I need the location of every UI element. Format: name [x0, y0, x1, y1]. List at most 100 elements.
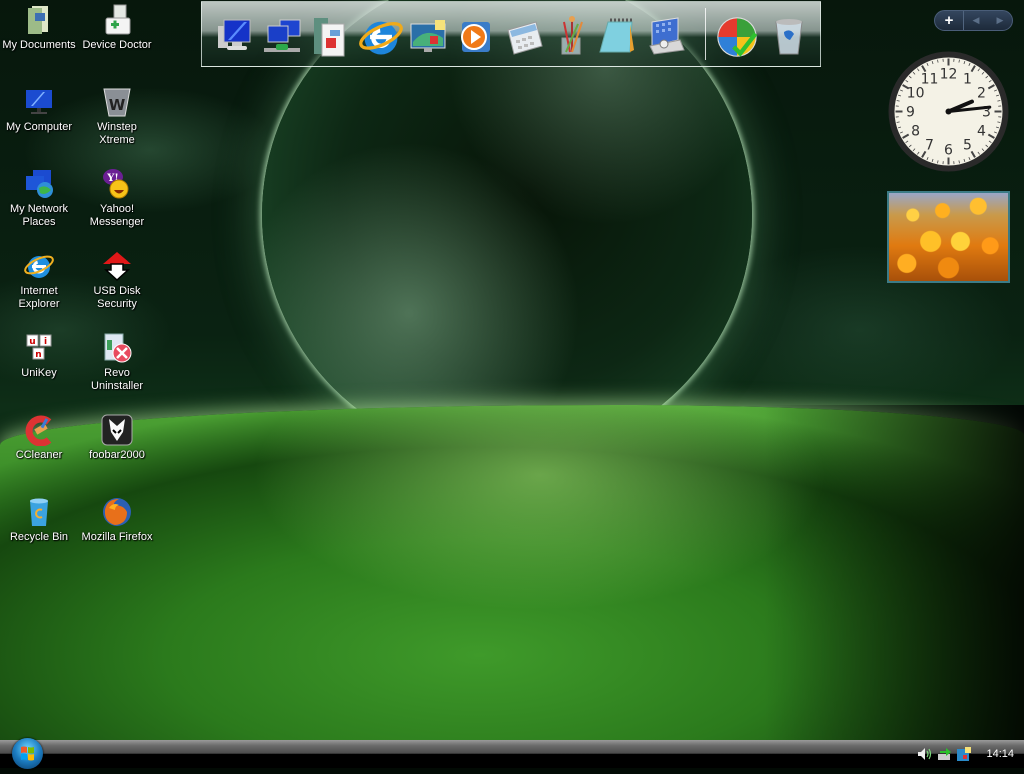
dock-item-display-settings[interactable] — [406, 14, 452, 60]
start-button[interactable] — [12, 738, 43, 769]
dock-item-media-player[interactable] — [452, 14, 498, 60]
sidebar-gadget-controls: + ◀ ▶ — [934, 10, 1013, 31]
computer-icon — [214, 16, 256, 58]
ccleaner-icon — [23, 414, 55, 446]
clock-numeral: 7 — [925, 137, 934, 153]
desktop-icon-unikey[interactable]: uin UniKey — [0, 332, 78, 380]
wallpaper-planet — [262, 0, 752, 460]
windows-update-icon — [714, 14, 760, 60]
documents-icon — [308, 16, 350, 58]
volume-icon[interactable] — [916, 746, 932, 762]
network-icon — [262, 16, 304, 58]
desktop-icon-recycle-bin[interactable]: Recycle Bin — [0, 496, 78, 544]
revo-uninstaller-icon — [101, 332, 133, 364]
clock-numeral: 12 — [940, 67, 958, 83]
desktop-icon-device-doctor[interactable]: Device Doctor — [78, 4, 156, 52]
device-doctor-icon — [101, 4, 133, 36]
dock-item-control-panel[interactable] — [642, 14, 688, 60]
computer-icon — [23, 86, 55, 118]
dock-item-notepad[interactable] — [594, 14, 640, 60]
display-icon — [408, 16, 450, 58]
desktop-icon-my-network-places[interactable]: My Network Places — [0, 168, 78, 229]
dock-item-documents[interactable] — [306, 14, 352, 60]
notepad-icon — [596, 16, 638, 58]
clock-numeral: 8 — [911, 124, 920, 140]
icon-label: CCleaner — [16, 449, 62, 462]
desktop-icon-winstep-xtreme[interactable]: W Winstep Xtreme — [78, 86, 156, 147]
clock-numeral: 4 — [977, 124, 986, 140]
desktop-icon-mozilla-firefox[interactable]: Mozilla Firefox — [78, 496, 156, 544]
icon-label: My Computer — [6, 121, 72, 134]
winstep-icon: W — [101, 86, 133, 118]
gadget-page-nav: ◀ ▶ — [964, 15, 1012, 26]
control-panel-icon — [644, 16, 686, 58]
desktop-icon-foobar2000[interactable]: foobar2000 — [78, 414, 156, 462]
icon-label: My Network Places — [10, 203, 68, 229]
icon-label: Winstep Xtreme — [78, 121, 156, 147]
icon-label: My Documents — [2, 39, 75, 52]
clock-numeral: 2 — [977, 86, 986, 102]
internet-explorer-icon — [358, 14, 404, 60]
dock-item-network[interactable] — [260, 14, 306, 60]
foobar2000-icon — [101, 414, 133, 446]
icon-label: Device Doctor — [82, 39, 151, 52]
desktop-icon-internet-explorer[interactable]: Internet Explorer — [0, 250, 78, 311]
dock-item-calculator[interactable] — [502, 14, 548, 60]
unikey-icon: uin — [23, 332, 55, 364]
recycle-bin-icon — [23, 496, 55, 528]
usb-disk-security-icon — [101, 250, 133, 282]
desktop-icon-yahoo-messenger[interactable]: Y! Yahoo! Messenger — [78, 168, 156, 229]
icon-label: UniKey — [21, 367, 56, 380]
svg-text:W: W — [109, 96, 126, 114]
dock-item-internet-explorer[interactable] — [358, 14, 404, 60]
paint-brushes-icon — [550, 16, 592, 58]
display-tray-icon[interactable] — [956, 746, 972, 762]
clock-center — [946, 109, 952, 115]
clock-numeral: 11 — [921, 72, 939, 88]
icon-label: Revo Uninstaller — [91, 367, 143, 393]
icon-label: foobar2000 — [89, 449, 145, 462]
next-page-button[interactable]: ▶ — [997, 15, 1004, 26]
clock-numeral: 5 — [963, 137, 972, 153]
clock-numeral: 1 — [963, 72, 972, 88]
documents-folder-icon — [23, 4, 55, 36]
svg-text:n: n — [35, 350, 41, 360]
system-tray: 14:14 — [916, 744, 1024, 764]
previous-page-button[interactable]: ◀ — [973, 15, 980, 26]
clock-numeral: 6 — [944, 143, 953, 159]
clock-numeral: 10 — [907, 86, 925, 102]
icon-label: Yahoo! Messenger — [90, 203, 144, 229]
svg-text:u: u — [29, 337, 35, 347]
dock-item-windows-update[interactable] — [714, 14, 760, 60]
desktop-icon-my-documents[interactable]: My Documents — [0, 4, 78, 52]
recycle-bin-icon — [768, 16, 810, 58]
clock-numeral: 9 — [906, 105, 915, 121]
desktop-icon-ccleaner[interactable]: CCleaner — [0, 414, 78, 462]
dock-item-my-computer[interactable] — [212, 14, 258, 60]
add-gadget-button[interactable]: + — [935, 11, 964, 30]
taskbar-clock[interactable]: 14:14 — [986, 748, 1014, 760]
icon-label: USB Disk Security — [93, 285, 140, 311]
yahoo-messenger-icon: Y! — [101, 168, 133, 200]
slideshow-gadget[interactable] — [887, 191, 1010, 283]
application-dock — [201, 1, 821, 67]
desktop-icon-my-computer[interactable]: My Computer — [0, 86, 78, 134]
internet-explorer-icon — [23, 250, 55, 282]
taskbar — [0, 740, 1024, 768]
clock-gadget[interactable]: 121234567891011 — [887, 50, 1010, 173]
icon-label: Recycle Bin — [10, 531, 68, 544]
wallpaper-shade — [764, 405, 1024, 740]
windows-logo-icon — [12, 738, 43, 769]
icon-label: Mozilla Firefox — [82, 531, 153, 544]
dock-separator — [705, 8, 706, 60]
desktop-icon-revo-uninstaller[interactable]: Revo Uninstaller — [78, 332, 156, 393]
dock-item-paint[interactable] — [548, 14, 594, 60]
icon-label: Internet Explorer — [19, 285, 60, 311]
calculator-icon — [504, 16, 546, 58]
desktop-icon-usb-disk-security[interactable]: USB Disk Security — [78, 250, 156, 311]
network-connection-icon[interactable] — [936, 746, 952, 762]
svg-text:i: i — [44, 337, 47, 347]
firefox-icon — [101, 496, 133, 528]
media-player-icon — [454, 16, 496, 58]
dock-item-recycle-bin[interactable] — [766, 14, 812, 60]
